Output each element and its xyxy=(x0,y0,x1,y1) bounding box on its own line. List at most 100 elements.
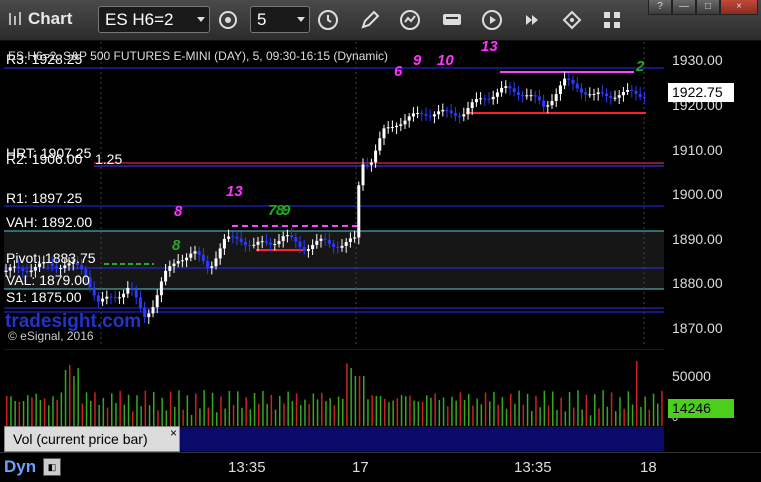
price-bar-body xyxy=(516,92,520,96)
price-bar-body xyxy=(416,112,420,114)
price-bar-body xyxy=(563,78,567,86)
volume-bar xyxy=(258,403,260,426)
grid-icon[interactable] xyxy=(600,8,624,32)
maximize-button[interactable]: □ xyxy=(696,0,720,15)
volume-bar xyxy=(522,404,525,426)
volume-bar xyxy=(384,398,386,426)
volume-bar xyxy=(325,401,327,426)
volume-bar xyxy=(392,400,394,426)
volume-bar xyxy=(98,404,100,426)
price-bar-body xyxy=(155,295,159,308)
volume-bar xyxy=(90,400,92,426)
volume-bar xyxy=(279,395,281,426)
volume-bar xyxy=(468,394,470,426)
play-icon[interactable] xyxy=(480,8,504,32)
price-bar-body xyxy=(59,268,63,270)
copyright: © eSignal, 2016 xyxy=(8,329,94,343)
price-bar-body xyxy=(420,112,424,115)
price-bar-body xyxy=(638,93,642,97)
price-bar-body xyxy=(218,248,222,259)
price-bar-body xyxy=(567,78,571,80)
volume-bar xyxy=(312,393,315,426)
price-bar-body xyxy=(558,85,562,94)
symbol-value: ES H6=2 xyxy=(105,10,174,29)
price-bar-body xyxy=(33,266,37,271)
price-bar-body xyxy=(525,95,529,97)
price-tick: 1870.00 xyxy=(672,320,723,336)
volume-bar xyxy=(300,405,302,426)
price-bar-body xyxy=(340,245,344,248)
volume-bar xyxy=(539,407,541,426)
price-bar-body xyxy=(147,313,151,318)
price-bar-body xyxy=(630,90,634,92)
price-bar-body xyxy=(508,86,512,89)
value-area-shading xyxy=(4,231,664,289)
price-bar-body xyxy=(424,114,428,116)
pencil-icon[interactable] xyxy=(358,8,382,32)
volume-bar xyxy=(232,405,235,426)
price-bar-body xyxy=(180,260,184,262)
clock-icon[interactable] xyxy=(316,8,340,32)
interval-selector[interactable]: 5 xyxy=(250,6,310,33)
volume-study-label[interactable]: Vol (current price bar) xyxy=(4,426,180,452)
quote-icon[interactable] xyxy=(440,8,464,32)
volume-bar xyxy=(27,395,29,426)
price-bar-body xyxy=(369,162,373,165)
volume-bar xyxy=(69,364,71,426)
volume-bar xyxy=(652,393,655,426)
price-bar-body xyxy=(294,237,298,242)
volume-bar xyxy=(18,401,21,426)
volume-bar xyxy=(556,410,558,426)
price-tick: 1930.00 xyxy=(672,52,723,68)
price-bar-body xyxy=(403,120,407,125)
volume-bar xyxy=(518,390,520,426)
price-bar-body xyxy=(550,100,554,106)
volume-bar xyxy=(451,396,453,426)
price-chart[interactable] xyxy=(4,42,664,344)
price-bar-body xyxy=(159,281,163,296)
volume-bar xyxy=(426,395,428,426)
volume-bar xyxy=(337,396,340,426)
volume-bar xyxy=(291,401,294,426)
next-icon[interactable] xyxy=(520,8,544,32)
price-tick: 1880.00 xyxy=(672,275,723,291)
close-button[interactable]: × xyxy=(720,0,758,15)
minimize-button[interactable]: — xyxy=(672,0,696,15)
price-bar-body xyxy=(54,266,58,269)
volume-bar xyxy=(438,399,441,426)
dynamic-mode[interactable]: Dyn xyxy=(4,457,36,477)
symbol-link-icon[interactable] xyxy=(216,8,240,32)
volume-chart[interactable] xyxy=(4,349,664,426)
tag-icon[interactable] xyxy=(560,8,584,32)
volume-bar xyxy=(186,395,189,426)
price-bar-body xyxy=(571,79,575,84)
td-label: 13 xyxy=(481,38,498,55)
price-bar-body xyxy=(189,253,193,258)
close-icon[interactable]: × xyxy=(170,426,177,440)
price-bar-body xyxy=(256,241,260,245)
help-button[interactable]: ? xyxy=(648,0,672,15)
study-icon[interactable] xyxy=(398,8,422,32)
price-axis[interactable]: 1930.00 1920.00 1910.00 1900.00 1890.00 … xyxy=(664,42,761,452)
price-bar-body xyxy=(277,240,281,245)
volume-bar xyxy=(6,396,8,426)
price-bar-body xyxy=(151,307,155,314)
volume-bar xyxy=(342,398,344,426)
volume-bar xyxy=(157,410,159,426)
volume-bar xyxy=(321,392,323,426)
volume-bar xyxy=(640,406,642,426)
price-bar-body xyxy=(327,239,331,244)
symbol-selector[interactable]: ES H6=2 xyxy=(98,6,210,33)
price-bar-body xyxy=(382,128,386,139)
price-tick: 1900.00 xyxy=(672,186,723,202)
volume-bar xyxy=(627,391,630,426)
volume-bar xyxy=(573,407,575,426)
volume-bar xyxy=(283,403,285,426)
price-bar-body xyxy=(319,238,323,241)
price-bar-body xyxy=(365,164,369,166)
volume-bar xyxy=(430,397,432,426)
settings-icon[interactable]: ◧ xyxy=(43,458,61,476)
level-pivot: Pivot: 1883.75 xyxy=(6,250,96,266)
volume-bar xyxy=(14,401,16,426)
volume-bar xyxy=(287,391,289,426)
